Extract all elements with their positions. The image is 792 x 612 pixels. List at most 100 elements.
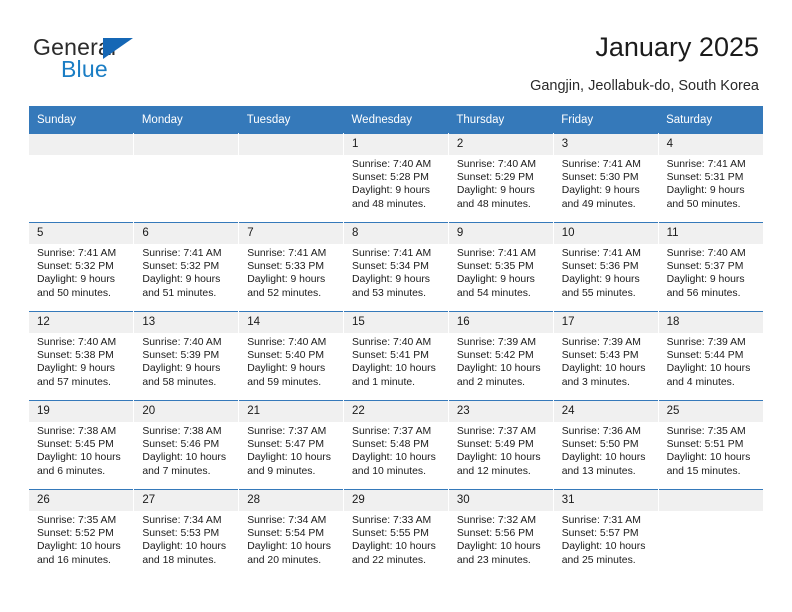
- sunrise-text: Sunrise: 7:38 AM: [142, 426, 222, 437]
- day-cell[interactable]: 11 Sunrise: 7:40 AM Sunset: 5:37 PM Dayl…: [658, 222, 763, 312]
- daylight-text-line2: and 1 minute.: [352, 376, 415, 388]
- daylight-text-line1: Daylight: 10 hours: [352, 541, 436, 553]
- day-number: 11: [658, 223, 763, 244]
- calendar-page: General Blue January 2025 Gangjin, Jeoll…: [0, 0, 792, 612]
- day-number: 12: [29, 312, 134, 333]
- day-number: 6: [134, 223, 239, 244]
- day-cell[interactable]: 7 Sunrise: 7:41 AM Sunset: 5:33 PM Dayli…: [238, 222, 345, 312]
- daylight-text-line2: and 4 minutes.: [666, 376, 735, 388]
- day-cell[interactable]: 14 Sunrise: 7:40 AM Sunset: 5:40 PM Dayl…: [238, 311, 345, 401]
- day-details: Sunrise: 7:34 AM Sunset: 5:54 PM Dayligh…: [239, 511, 343, 567]
- sunset-text: Sunset: 5:46 PM: [142, 439, 220, 451]
- daylight-text-line1: Daylight: 10 hours: [247, 541, 331, 553]
- day-details: Sunrise: 7:40 AM Sunset: 5:39 PM Dayligh…: [134, 333, 238, 389]
- day-cell[interactable]: 6 Sunrise: 7:41 AM Sunset: 5:32 PM Dayli…: [133, 222, 240, 312]
- day-cell[interactable]: 31 Sunrise: 7:31 AM Sunset: 5:57 PM Dayl…: [553, 489, 659, 578]
- day-number: 5: [29, 223, 134, 244]
- day-number: 2: [448, 134, 553, 155]
- daylight-text-line2: and 52 minutes.: [247, 287, 322, 299]
- daylight-text-line1: Daylight: 9 hours: [352, 185, 431, 197]
- day-cell[interactable]: 1 Sunrise: 7:40 AM Sunset: 5:28 PM Dayli…: [343, 133, 449, 223]
- sunset-text: Sunset: 5:39 PM: [142, 350, 220, 362]
- sunrise-text: Sunrise: 7:34 AM: [142, 515, 222, 526]
- sunrise-text: Sunrise: 7:40 AM: [37, 337, 117, 348]
- day-number: 26: [29, 490, 134, 511]
- day-number: 3: [553, 134, 658, 155]
- weekday-header-tuesday: Tuesday: [238, 106, 344, 134]
- day-cell[interactable]: 25 Sunrise: 7:35 AM Sunset: 5:51 PM Dayl…: [658, 400, 763, 490]
- day-details: Sunrise: 7:41 AM Sunset: 5:30 PM Dayligh…: [554, 155, 658, 211]
- day-cell[interactable]: 12 Sunrise: 7:40 AM Sunset: 5:38 PM Dayl…: [29, 311, 135, 401]
- day-details: Sunrise: 7:40 AM Sunset: 5:37 PM Dayligh…: [659, 244, 763, 300]
- day-cell[interactable]: 13 Sunrise: 7:40 AM Sunset: 5:39 PM Dayl…: [133, 311, 240, 401]
- day-cell[interactable]: 10 Sunrise: 7:41 AM Sunset: 5:36 PM Dayl…: [553, 222, 659, 312]
- sunset-text: Sunset: 5:30 PM: [561, 172, 639, 184]
- sunrise-text: Sunrise: 7:41 AM: [666, 159, 746, 170]
- day-number: 23: [448, 401, 553, 422]
- day-cell[interactable]: 5 Sunrise: 7:41 AM Sunset: 5:32 PM Dayli…: [29, 222, 135, 312]
- day-cell[interactable]: 4 Sunrise: 7:41 AM Sunset: 5:31 PM Dayli…: [658, 133, 763, 223]
- day-cell[interactable]: 9 Sunrise: 7:41 AM Sunset: 5:35 PM Dayli…: [448, 222, 554, 312]
- sunrise-text: Sunrise: 7:41 AM: [561, 159, 641, 170]
- day-cell[interactable]: 30 Sunrise: 7:32 AM Sunset: 5:56 PM Dayl…: [448, 489, 554, 578]
- day-cell[interactable]: 19 Sunrise: 7:38 AM Sunset: 5:45 PM Dayl…: [29, 400, 135, 490]
- daylight-text-line1: Daylight: 10 hours: [456, 363, 541, 375]
- day-details: Sunrise: 7:41 AM Sunset: 5:36 PM Dayligh…: [554, 244, 658, 300]
- day-cell[interactable]: 24 Sunrise: 7:36 AM Sunset: 5:50 PM Dayl…: [553, 400, 659, 490]
- daylight-text-line2: and 59 minutes.: [247, 376, 322, 388]
- day-cell[interactable]: 2 Sunrise: 7:40 AM Sunset: 5:29 PM Dayli…: [448, 133, 554, 223]
- day-cell[interactable]: 17 Sunrise: 7:39 AM Sunset: 5:43 PM Dayl…: [553, 311, 659, 401]
- generalblue-logo[interactable]: General Blue: [33, 34, 213, 84]
- daylight-text-line1: Daylight: 10 hours: [37, 541, 121, 553]
- day-cell[interactable]: 18 Sunrise: 7:39 AM Sunset: 5:44 PM Dayl…: [658, 311, 763, 401]
- day-number: [29, 134, 134, 155]
- sunset-text: Sunset: 5:57 PM: [561, 528, 639, 540]
- day-cell[interactable]: 20 Sunrise: 7:38 AM Sunset: 5:46 PM Dayl…: [133, 400, 240, 490]
- day-number: 29: [344, 490, 448, 511]
- sunrise-text: Sunrise: 7:41 AM: [352, 248, 432, 259]
- day-cell[interactable]: 29 Sunrise: 7:33 AM Sunset: 5:55 PM Dayl…: [343, 489, 449, 578]
- day-details: Sunrise: 7:41 AM Sunset: 5:34 PM Dayligh…: [344, 244, 448, 300]
- day-details: Sunrise: 7:37 AM Sunset: 5:49 PM Dayligh…: [449, 422, 553, 478]
- day-details: Sunrise: 7:41 AM Sunset: 5:33 PM Dayligh…: [239, 244, 343, 300]
- day-cell-empty: [658, 489, 763, 578]
- daylight-text-line1: Daylight: 10 hours: [142, 452, 227, 464]
- day-cell[interactable]: 22 Sunrise: 7:37 AM Sunset: 5:48 PM Dayl…: [343, 400, 449, 490]
- day-cell[interactable]: 15 Sunrise: 7:40 AM Sunset: 5:41 PM Dayl…: [343, 311, 449, 401]
- day-cell[interactable]: 3 Sunrise: 7:41 AM Sunset: 5:30 PM Dayli…: [553, 133, 659, 223]
- day-cell[interactable]: 16 Sunrise: 7:39 AM Sunset: 5:42 PM Dayl…: [448, 311, 554, 401]
- sunrise-text: Sunrise: 7:41 AM: [247, 248, 327, 259]
- daylight-text-line2: and 20 minutes.: [247, 554, 322, 566]
- weekday-header-thursday: Thursday: [448, 106, 554, 134]
- sunrise-text: Sunrise: 7:39 AM: [561, 337, 641, 348]
- day-cell[interactable]: 23 Sunrise: 7:37 AM Sunset: 5:49 PM Dayl…: [448, 400, 554, 490]
- daylight-text-line2: and 54 minutes.: [456, 287, 531, 299]
- day-cell[interactable]: 27 Sunrise: 7:34 AM Sunset: 5:53 PM Dayl…: [133, 489, 240, 578]
- sunrise-sunset-calendar: Sunday Monday Tuesday Wednesday Thursday…: [29, 106, 763, 578]
- daylight-text-line2: and 22 minutes.: [352, 554, 426, 566]
- sunset-text: Sunset: 5:41 PM: [352, 350, 429, 362]
- day-details: Sunrise: 7:35 AM Sunset: 5:51 PM Dayligh…: [659, 422, 763, 478]
- day-cell[interactable]: 26 Sunrise: 7:35 AM Sunset: 5:52 PM Dayl…: [29, 489, 135, 578]
- day-number: [239, 134, 344, 155]
- day-number: 1: [344, 134, 448, 155]
- sunset-text: Sunset: 5:49 PM: [456, 439, 534, 451]
- daylight-text-line2: and 18 minutes.: [142, 554, 217, 566]
- day-details: Sunrise: 7:36 AM Sunset: 5:50 PM Dayligh…: [554, 422, 658, 478]
- day-number: 17: [553, 312, 658, 333]
- sunset-text: Sunset: 5:28 PM: [352, 172, 429, 184]
- day-number: 4: [658, 134, 763, 155]
- daylight-text-line1: Daylight: 10 hours: [247, 452, 331, 464]
- daylight-text-line1: Daylight: 9 hours: [456, 274, 535, 286]
- daylight-text-line1: Daylight: 10 hours: [142, 541, 227, 553]
- daylight-text-line1: Daylight: 10 hours: [37, 452, 121, 464]
- day-cell[interactable]: 8 Sunrise: 7:41 AM Sunset: 5:34 PM Dayli…: [343, 222, 449, 312]
- sunrise-text: Sunrise: 7:36 AM: [561, 426, 641, 437]
- sunset-text: Sunset: 5:40 PM: [247, 350, 325, 362]
- daylight-text-line2: and 48 minutes.: [352, 198, 426, 210]
- sunset-text: Sunset: 5:32 PM: [142, 261, 220, 273]
- daylight-text-line1: Daylight: 9 hours: [561, 274, 640, 286]
- day-cell[interactable]: 28 Sunrise: 7:34 AM Sunset: 5:54 PM Dayl…: [238, 489, 345, 578]
- day-cell[interactable]: 21 Sunrise: 7:37 AM Sunset: 5:47 PM Dayl…: [238, 400, 345, 490]
- day-details: Sunrise: 7:37 AM Sunset: 5:47 PM Dayligh…: [239, 422, 343, 478]
